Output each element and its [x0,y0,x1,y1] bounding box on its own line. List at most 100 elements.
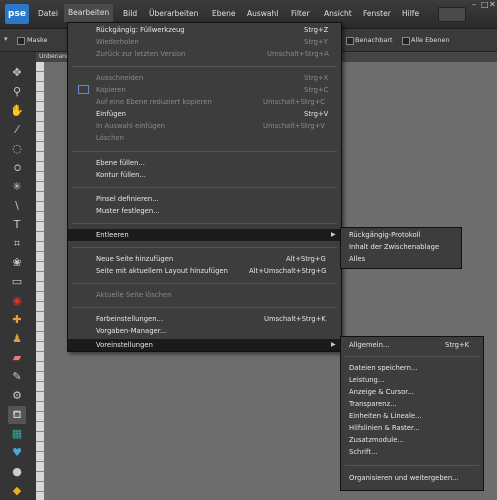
menu-hilfe[interactable]: Hilfe [402,9,419,18]
shortcut-copy-merged: Umschalt+Strg+C [263,98,326,106]
clone-stamp-icon[interactable]: ♟ [8,330,26,348]
menu-item-color-settings[interactable]: Farbeinstellungen... [96,315,163,323]
submenu-arrow-icon: ▶ [331,231,336,238]
menu-item-delete-page[interactable]: Aktuelle Seite löschen [96,291,171,299]
type-tool-icon[interactable]: T [8,216,26,234]
menu-separator [72,223,337,224]
submenu-item-clipboard[interactable]: Inhalt der Zwischenablage [349,243,439,251]
prefs-item-units-rulers[interactable]: Einheiten & Lineale... [349,412,422,420]
menu-separator [72,307,337,308]
menu-filter[interactable]: Filter [291,9,310,18]
shape-tool-icon[interactable]: ♥ [8,444,26,462]
close-icon[interactable]: ✕ [489,0,497,12]
eraser-tool-icon[interactable]: ▰ [8,349,26,367]
menu-item-undo[interactable]: Rückgängig: Füllwerkzeug [96,26,185,34]
prefs-item-type[interactable]: Schrift... [349,448,377,456]
menu-separator [72,187,337,188]
menu-ansicht[interactable]: Ansicht [324,9,352,18]
hand-tool-icon[interactable]: ✋ [8,102,26,120]
menu-item-redo[interactable]: Wiederholen [96,38,139,46]
menu-item-copy[interactable]: Kopieren [96,86,126,94]
prefs-item-performance[interactable]: Leistung... [349,376,384,384]
options-dropdown-icon[interactable]: ▾ [4,35,8,43]
menu-item-fill-layer[interactable]: Ebene füllen... [96,159,145,167]
submenu-item-all[interactable]: Alles [349,255,365,263]
prefs-item-organize-share[interactable]: Organisieren und weitergeben... [349,474,459,482]
sponge-tool-icon[interactable]: ◆ [8,482,26,500]
submenu-arrow-icon: ▶ [331,341,336,348]
app-logo: pse [5,4,29,24]
move-tool-icon[interactable]: ✥ [8,64,26,82]
magic-wand-tool-icon[interactable]: ✳ [8,178,26,196]
edit-menu-dropdown: Rückgängig: Füllwerkzeug Strg+Z Wiederho… [67,22,342,352]
prefs-item-general[interactable]: Allgemein... [349,341,389,349]
menu-item-delete[interactable]: Löschen [96,134,124,142]
menu-separator [72,283,337,284]
menu-separator [345,465,479,466]
menu-item-revert[interactable]: Zurück zur letzten Version [96,50,185,58]
prefs-item-plugins[interactable]: Zusatzmodule... [349,436,404,444]
menu-separator [72,151,337,152]
menu-bearbeiten[interactable]: Bearbeiten [64,4,114,22]
benachbart-checkbox[interactable] [346,37,354,45]
workspace-button[interactable] [438,7,466,22]
menu-fenster[interactable]: Fenster [363,9,391,18]
zoom-tool-icon[interactable]: ⚲ [8,83,26,101]
menu-bild[interactable]: Bild [123,9,137,18]
menu-separator [345,356,479,357]
shortcut-paste-into: Umschalt+Strg+V [263,122,325,130]
prefs-item-display-cursors[interactable]: Anzeige & Cursor... [349,388,414,396]
cookie-cutter-icon[interactable]: ❀ [8,254,26,272]
selection-brush-icon[interactable]: \ [8,197,26,215]
menu-item-paste-into[interactable]: In Auswahl einfügen [96,122,165,130]
paint-bucket-icon[interactable]: ⛾ [8,406,26,424]
menu-item-copy-merged[interactable]: Auf eine Ebene reduziert kopieren [96,98,212,106]
menu-item-new-page[interactable]: Neue Seite hinzufügen [96,255,173,263]
menu-item-define-pattern[interactable]: Muster festlegen... [96,207,160,215]
vertical-ruler [36,62,44,500]
menu-separator [72,66,337,67]
shortcut-revert: Umschalt+Strg+A [267,50,329,58]
menu-ebene[interactable]: Ebene [212,9,235,18]
shortcut-redo: Strg+Y [304,38,328,46]
prefs-item-guides-grid[interactable]: Hilfslinien & Raster... [349,424,420,432]
shortcut-new-page: Alt+Strg+G [286,255,326,263]
shortcut-general: Strg+K [445,341,470,349]
prefs-item-saving-files[interactable]: Dateien speichern... [349,364,417,372]
toolbox: ✥ ⚲ ✋ ⁄ ◌ ഠ ✳ \ T ⌗ ❀ ▭ ◉ ✚ ♟ ▰ ✎ ⚙ ⛾ ▦ … [0,52,37,500]
marquee-tool-icon[interactable]: ◌ [8,140,26,158]
straighten-tool-icon[interactable]: ▭ [8,273,26,291]
alle-ebenen-checkbox[interactable] [402,37,410,45]
menu-item-purge[interactable]: Entleeren [96,231,129,239]
menu-auswahl[interactable]: Auswahl [247,9,278,18]
menu-ueberarbeiten[interactable]: Überarbeiten [149,9,198,18]
menu-item-cut[interactable]: Ausschneiden [96,74,143,82]
smart-brush-icon[interactable]: ⚙ [8,387,26,405]
maske-label: Maske [27,36,48,44]
crop-tool-icon[interactable]: ⌗ [8,235,26,253]
blur-tool-icon[interactable]: ● [8,463,26,481]
gradient-tool-icon[interactable]: ▦ [8,425,26,443]
menu-datei[interactable]: Datei [38,9,58,18]
eyedropper-tool-icon[interactable]: ⁄ [8,121,26,139]
shortcut-copy: Strg+C [304,86,329,94]
menu-item-preferences[interactable]: Voreinstellungen [96,341,153,349]
red-eye-tool-icon[interactable]: ◉ [8,292,26,310]
maske-checkbox[interactable] [17,37,25,45]
prefs-item-transparency[interactable]: Transparenz... [349,400,397,408]
preferences-submenu: Allgemein... Strg+K Dateien speichern...… [340,336,484,491]
submenu-item-undo-history[interactable]: Rückgängig-Protokoll [349,231,420,239]
menu-item-add-page-layout[interactable]: Seite mit aktuellem Layout hinzufügen [96,267,228,275]
menu-item-paste[interactable]: Einfügen [96,110,126,118]
brush-tool-icon[interactable]: ✎ [8,368,26,386]
healing-brush-icon[interactable]: ✚ [8,311,26,329]
shortcut-paste: Strg+V [304,110,329,118]
menu-item-stroke[interactable]: Kontur füllen... [96,171,146,179]
menu-item-preset-manager[interactable]: Vorgaben-Manager... [96,327,166,335]
lasso-tool-icon[interactable]: ഠ [8,159,26,177]
benachbart-label: Benachbart [355,36,393,44]
shortcut-undo: Strg+Z [304,26,329,34]
menu-item-define-brush[interactable]: Pinsel definieren... [96,195,159,203]
purge-submenu: Rückgängig-Protokoll Inhalt der Zwischen… [340,227,462,269]
alle-ebenen-label: Alle Ebenen [411,36,450,44]
